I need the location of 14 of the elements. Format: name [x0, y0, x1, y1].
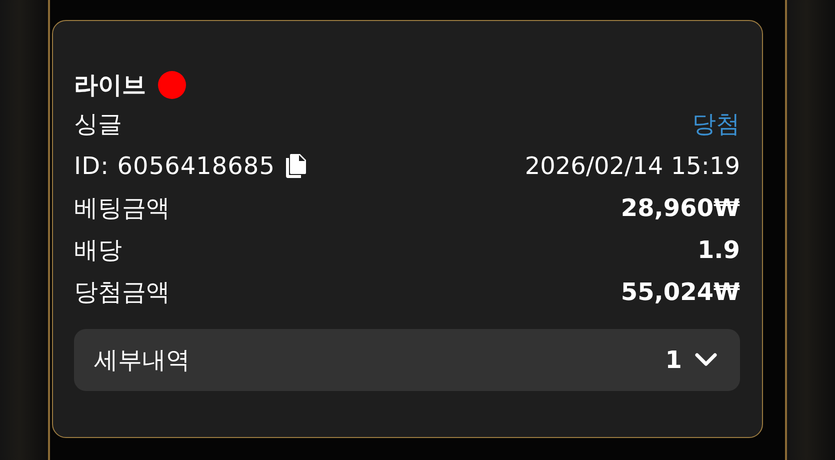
row-value: 55,024₩	[620, 278, 740, 306]
row-label: 베팅금액	[74, 193, 170, 224]
details-toggle[interactable]: 세부내역 1	[74, 329, 740, 391]
row-value: 1.9	[697, 236, 740, 264]
row-label: 당첨금액	[74, 277, 170, 308]
bet-type: 싱글	[74, 109, 122, 140]
chevron-icon	[694, 352, 718, 368]
bet-id: ID: 6056418685	[74, 152, 275, 180]
row-label: 배당	[74, 235, 122, 266]
bet-title: 라이브	[74, 70, 146, 101]
copy-icon[interactable]	[284, 153, 307, 179]
bet-date: 2026/02/14 15:19	[524, 152, 740, 180]
row-value: 28,960₩	[620, 194, 740, 222]
result-status: 당첨	[692, 109, 740, 140]
